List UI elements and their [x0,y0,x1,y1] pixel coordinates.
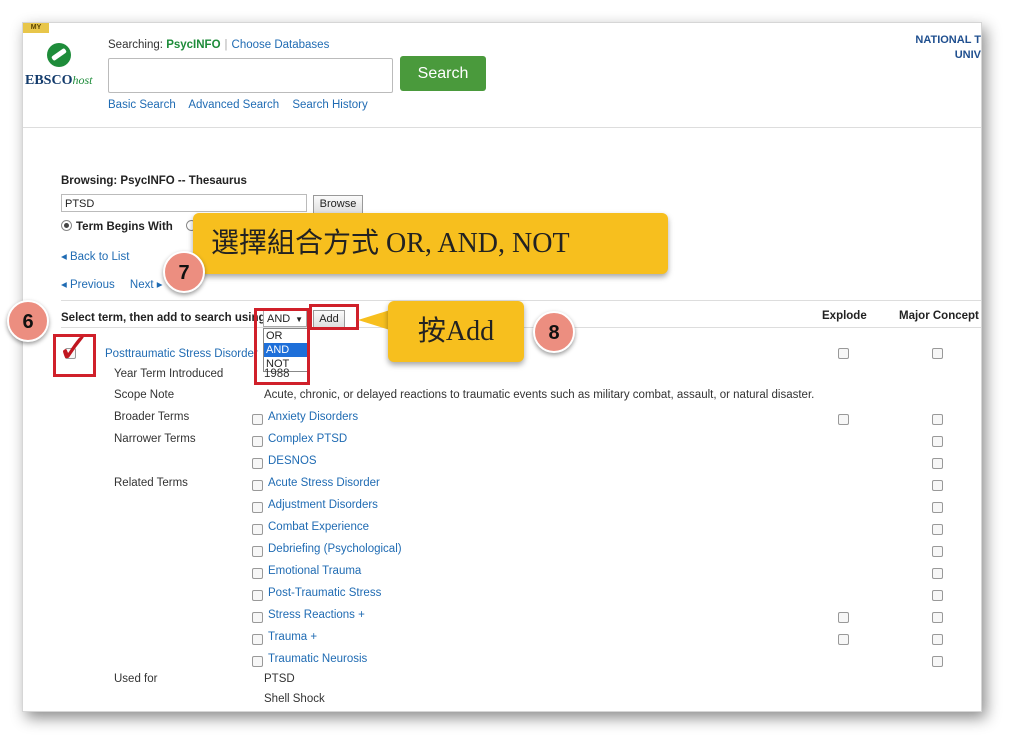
broader-term-link[interactable]: Anxiety Disorders [268,411,358,423]
related-term-link[interactable]: Adjustment Disorders [268,499,378,511]
select-term-label: Select term, then add to search using: [61,312,270,324]
explode-header: Explode [822,310,867,322]
related-label: Related Terms [114,477,188,489]
back-to-list-link[interactable]: ◂ Back to List [61,249,129,263]
major-concept-checkbox[interactable] [932,612,943,623]
term-begins-with-radio[interactable] [61,220,72,231]
term-select-checkbox[interactable] [252,480,263,491]
major-concept-checkbox[interactable] [932,348,943,359]
callout-pointer [358,310,390,330]
major-concept-checkbox[interactable] [932,480,943,491]
choose-databases-link[interactable]: Choose Databases [232,39,330,51]
narrower-label: Narrower Terms [114,433,196,445]
related-term-link[interactable]: Debriefing (Psychological) [268,543,402,555]
search-input[interactable] [108,58,393,93]
explode-checkbox[interactable] [838,612,849,623]
advanced-search-link[interactable]: Advanced Search [188,99,279,111]
related-term-link[interactable]: Combat Experience [268,521,369,533]
step-7-marker: 7 [163,251,205,293]
ebsco-logo-icon [47,43,71,67]
term-select-checkbox[interactable] [252,414,263,425]
major-concept-checkbox[interactable] [932,546,943,557]
browse-input[interactable]: PTSD [61,194,307,212]
term-select-checkbox[interactable] [252,458,263,469]
callout-step7: 選擇組合方式 OR, AND, NOT [193,213,668,274]
step-8-marker: 8 [533,311,575,353]
major-concept-checkbox[interactable] [932,590,943,601]
major-concept-checkbox[interactable] [932,458,943,469]
year-label: Year Term Introduced [114,368,224,380]
search-nav: Basic Search Advanced Search Search Hist… [108,99,378,111]
major-concept-header: Major Concept [899,310,979,322]
term-select-checkbox[interactable] [252,502,263,513]
explode-checkbox[interactable] [838,634,849,645]
browse-mode: Term Begins With T [61,220,208,233]
search-history-link[interactable]: Search History [292,99,367,111]
add-highlight-box [309,304,359,330]
used-for-item: PTSD [264,673,295,685]
major-concept-checkbox[interactable] [932,524,943,535]
major-concept-checkbox[interactable] [932,436,943,447]
term-select-checkbox[interactable] [252,568,263,579]
major-concept-checkbox[interactable] [932,502,943,513]
explode-checkbox[interactable] [838,348,849,359]
callout-step8: 按Add [388,301,524,362]
term-select-checkbox[interactable] [252,612,263,623]
pagination: ◂ Previous Next ▸ [61,277,163,291]
related-term-link[interactable]: Emotional Trauma [268,565,361,577]
related-term-link[interactable]: Trauma + [268,631,317,643]
related-term-link[interactable]: Post-Traumatic Stress [268,587,381,599]
narrower-term-link[interactable]: Complex PTSD [268,433,347,445]
term-select-checkbox[interactable] [252,524,263,535]
used-for-item: Shell Shock [264,693,325,705]
browse-button[interactable]: Browse [313,195,363,214]
search-button[interactable]: Search [400,56,486,91]
term-select-checkbox[interactable] [252,436,263,447]
term-select-checkbox[interactable] [252,634,263,645]
major-concept-checkbox[interactable] [932,568,943,579]
checkmark-icon: ✓ [57,326,91,372]
term-title-link[interactable]: Posttraumatic Stress Disorder [105,348,258,360]
ebsco-window: MY EBSCOhost Searching: PsycINFO | Choose … [22,22,982,712]
related-term-link[interactable]: Acute Stress Disorder [268,477,380,489]
major-concept-checkbox[interactable] [932,656,943,667]
scope-label: Scope Note [114,389,175,401]
basic-search-link[interactable]: Basic Search [108,99,176,111]
broader-label: Broader Terms [114,411,190,423]
term-select-checkbox[interactable] [252,656,263,667]
step-6-marker: 6 [7,300,49,342]
term-select-checkbox[interactable] [252,590,263,601]
explode-checkbox[interactable] [838,414,849,425]
major-concept-checkbox[interactable] [932,634,943,645]
term-select-checkbox[interactable] [252,546,263,557]
browsing-title: Browsing: PsycINFO -- Thesaurus [61,175,247,187]
related-term-link[interactable]: Stress Reactions + [268,609,365,621]
related-term-link[interactable]: Traumatic Neurosis [268,653,367,665]
my-badge[interactable]: MY [23,23,49,33]
institution-name: NATIONAL T UNIV [915,34,981,61]
major-concept-checkbox[interactable] [932,414,943,425]
previous-link[interactable]: ◂ Previous [61,279,115,291]
ebsco-logo[interactable]: EBSCOhost [25,73,92,89]
scope-value: Acute, chronic, or delayed reactions to … [264,389,815,401]
next-link[interactable]: Next ▸ [130,279,163,291]
searching-line: Searching: PsycINFO | Choose Databases [108,39,330,51]
narrower-term-link[interactable]: DESNOS [268,455,317,467]
used-for-label: Used for [114,673,158,685]
database-name: PsycINFO [166,39,221,51]
header-divider [23,127,981,128]
operator-highlight-box [254,308,310,385]
